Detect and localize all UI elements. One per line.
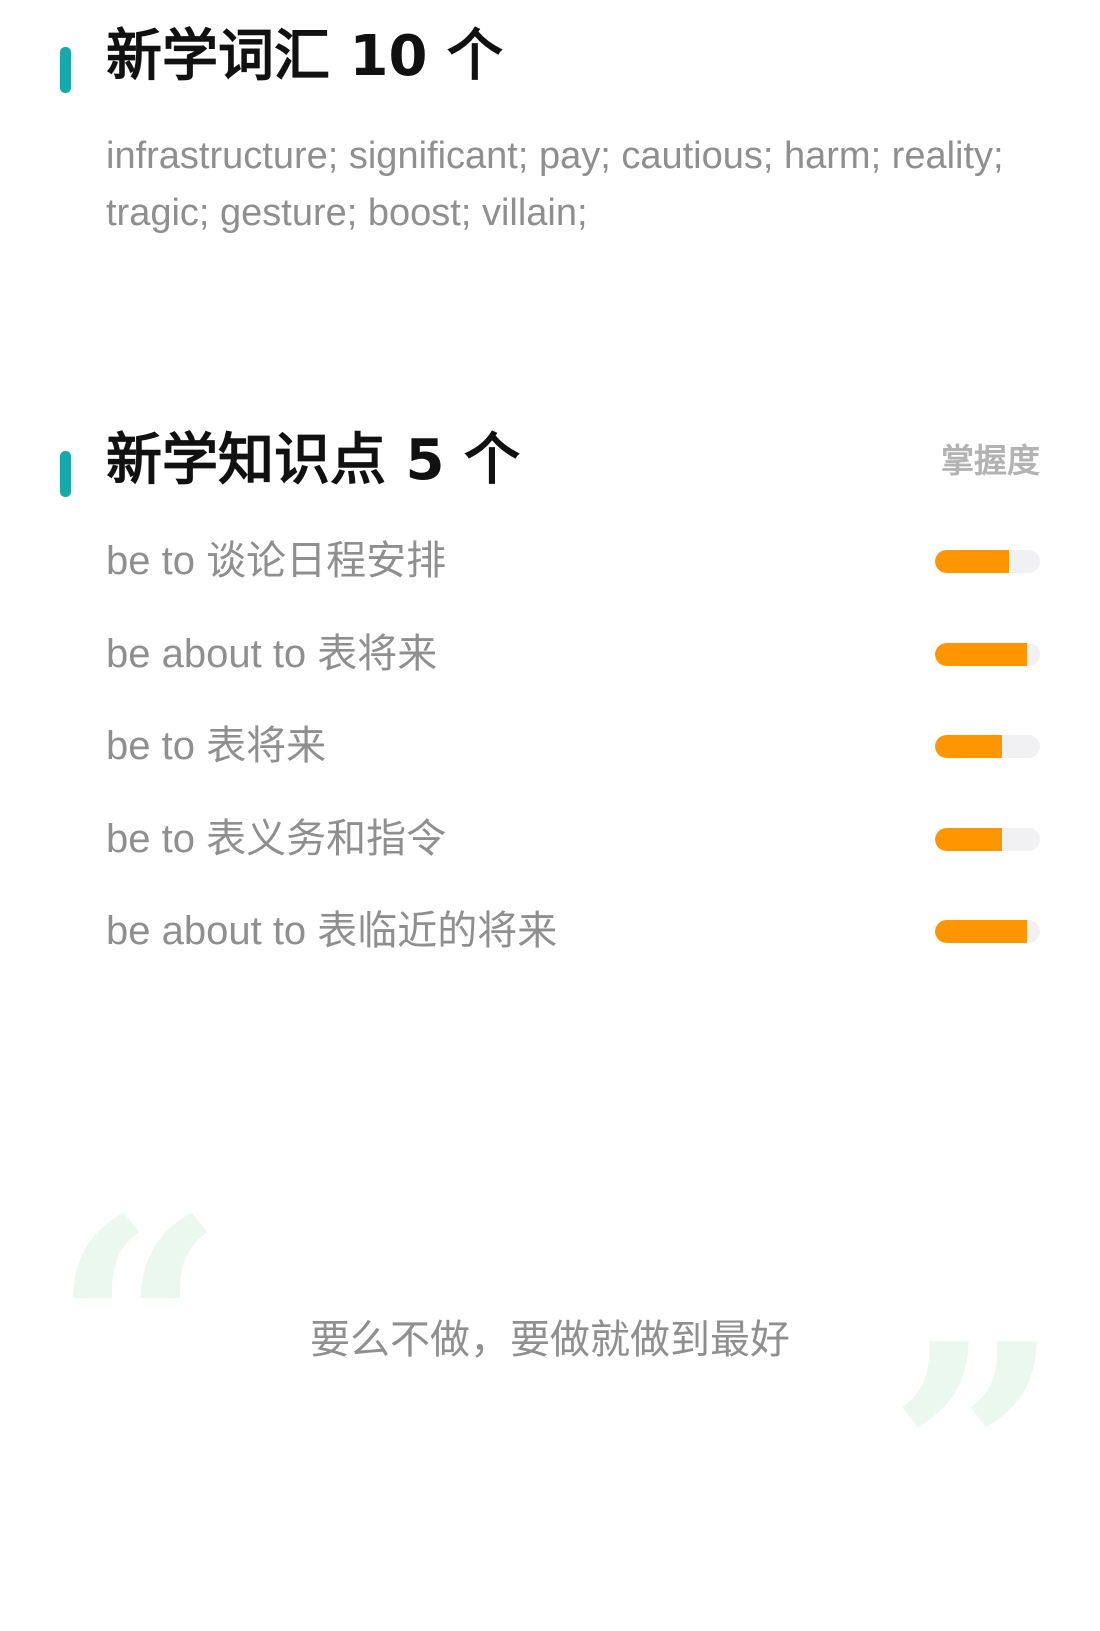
mastery-progress-fill	[935, 642, 1028, 666]
mastery-progress-fill	[935, 735, 1003, 758]
knowledge-point-label: be to 表义务和指令	[106, 816, 447, 861]
knowledge-point-item[interactable]: be about to 表临近的将来	[0, 884, 1100, 977]
mastery-progress-fill	[935, 550, 1009, 573]
mastery-progress-bar	[935, 735, 1040, 758]
knowledge-point-label: be about to 表临近的将来	[106, 909, 558, 953]
knowledge-point-list: be to 谈论日程安排 be about to 表将来 be to 表将来 b…	[0, 514, 1100, 977]
knowledge-section-title: 新学知识点 5 个	[106, 428, 520, 493]
mastery-progress-fill	[935, 920, 1028, 943]
knowledge-point-label: be about to 表将来	[106, 631, 438, 676]
knowledge-point-item[interactable]: be about to 表将来	[0, 607, 1100, 700]
vocab-section-accent-bar	[60, 47, 71, 93]
knowledge-point-item[interactable]: be to 谈论日程安排	[0, 514, 1100, 607]
vocab-section-title: 新学词汇 10 个	[106, 24, 503, 89]
knowledge-point-item[interactable]: be to 表义务和指令	[0, 792, 1100, 885]
close-quote-icon: ”	[888, 1278, 1061, 1631]
mastery-column-label: 掌握度	[941, 441, 1040, 480]
vocab-word-list: infrastructure; significant; pay; cautio…	[106, 135, 1004, 234]
mastery-progress-fill	[935, 827, 1003, 851]
knowledge-point-label: be to 谈论日程安排	[106, 539, 447, 583]
knowledge-point-label: be to 表将来	[106, 724, 327, 768]
mastery-progress-bar	[935, 827, 1040, 851]
knowledge-point-item[interactable]: be to 表将来	[0, 699, 1100, 792]
mastery-progress-bar	[935, 550, 1040, 573]
knowledge-section-accent-bar	[60, 451, 71, 497]
mastery-progress-bar	[935, 920, 1040, 943]
mastery-progress-bar	[935, 642, 1040, 666]
